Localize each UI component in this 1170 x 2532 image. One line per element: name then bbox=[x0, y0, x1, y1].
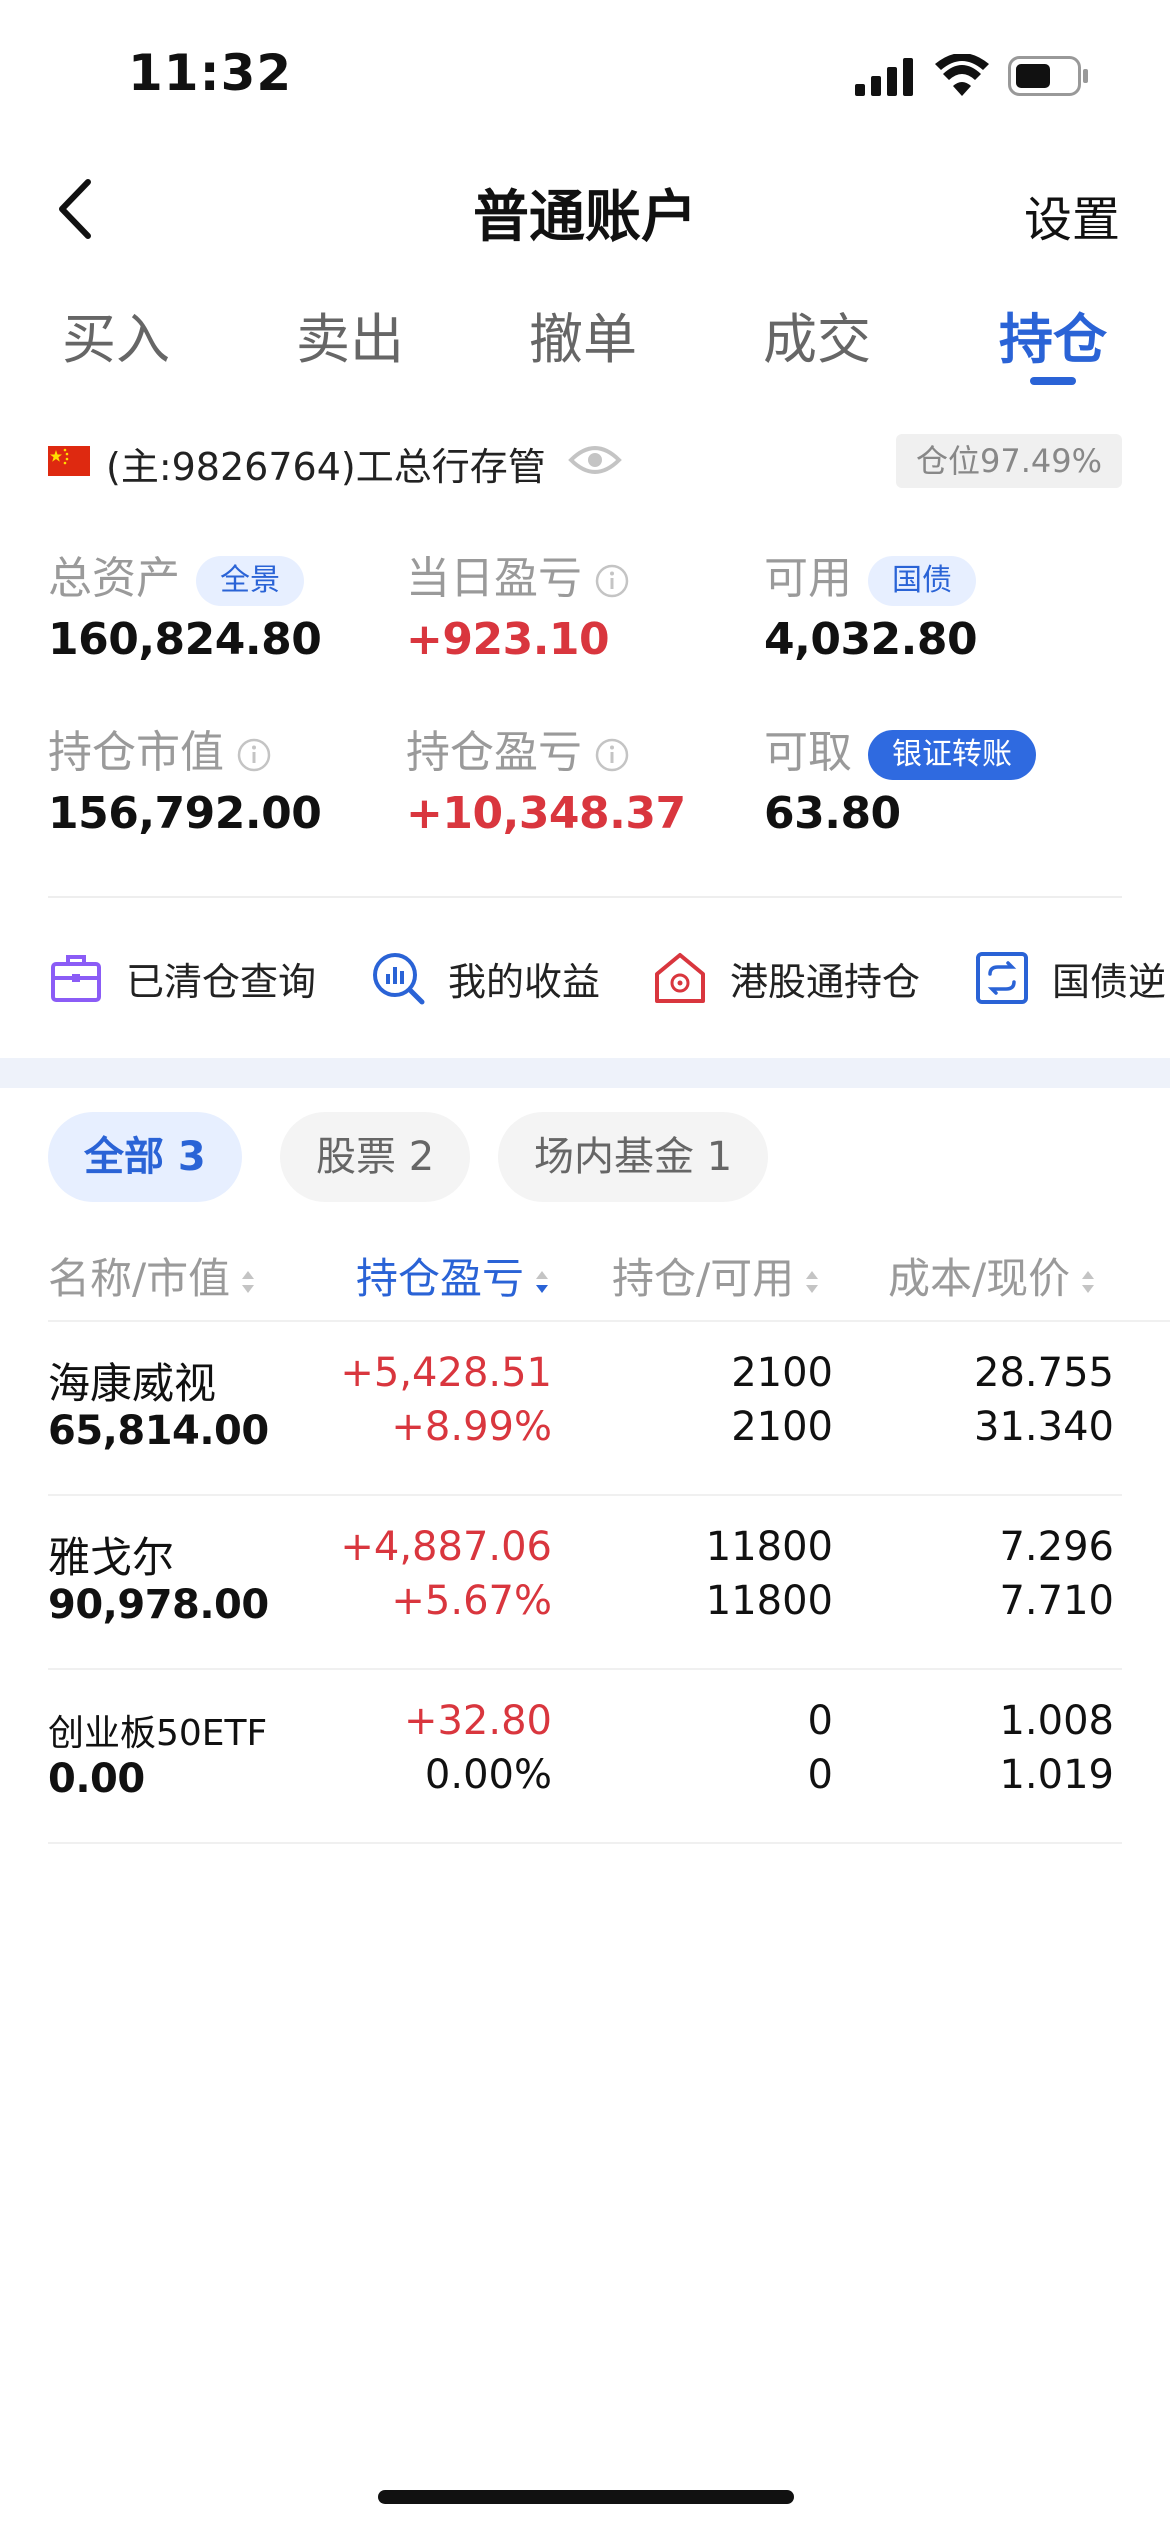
pl-percent: +5.67% bbox=[391, 1578, 552, 1624]
available-value: 4,032.80 bbox=[764, 614, 978, 665]
available-stat: 可用 国债 4,032.80 bbox=[764, 542, 978, 665]
status-bar: 11:32 bbox=[0, 0, 1170, 150]
holding-qty: 11800 bbox=[705, 1524, 833, 1570]
column-header-cost[interactable]: 成本/现价 bbox=[888, 1245, 1098, 1306]
divider bbox=[48, 896, 1122, 898]
current-price: 7.710 bbox=[999, 1578, 1114, 1624]
nav-bar: 普通账户 设置 bbox=[0, 160, 1170, 260]
shortcut-label: 已清仓查询 bbox=[126, 959, 317, 1004]
account-name[interactable]: (主:9826764)工总行存管 bbox=[106, 436, 546, 491]
china-flag-icon bbox=[48, 446, 90, 476]
hk-house-icon bbox=[655, 953, 705, 1003]
pl-amount: +32.80 bbox=[403, 1698, 552, 1744]
sort-descending-icon bbox=[536, 1270, 549, 1293]
treasury-repo-shortcut[interactable]: 国债逆 bbox=[974, 938, 1166, 1018]
daily-pl-value: +923.10 bbox=[406, 614, 610, 665]
available-qty: 0 bbox=[807, 1752, 833, 1798]
pl-amount: +4,887.06 bbox=[340, 1524, 552, 1570]
column-header-pl[interactable]: 持仓盈亏 bbox=[356, 1245, 552, 1306]
position-ratio-badge: 仓位97.49% bbox=[895, 434, 1122, 488]
shortcut-bar: 已清仓查询 我的收益 港股通持仓 国债逆 bbox=[0, 938, 1170, 1018]
stock-name: 雅戈尔 bbox=[48, 1533, 175, 1582]
cost-price: 28.755 bbox=[974, 1350, 1114, 1396]
pl-percent: +8.99% bbox=[391, 1404, 552, 1450]
market-value: 65,814.00 bbox=[48, 1408, 269, 1454]
current-price: 31.340 bbox=[974, 1404, 1114, 1450]
cellular-signal-icon bbox=[855, 58, 913, 96]
holding-pl-value: +10,348.37 bbox=[406, 788, 686, 839]
info-icon[interactable] bbox=[236, 737, 272, 773]
briefcase-icon bbox=[51, 955, 101, 1002]
shortcut-label: 港股通持仓 bbox=[730, 959, 921, 1004]
my-earnings-shortcut[interactable]: 我的收益 bbox=[370, 938, 600, 1018]
total-assets-stat: 总资产 全景 160,824.80 bbox=[48, 542, 322, 665]
holding-qty: 0 bbox=[807, 1698, 833, 1744]
page-title: 普通账户 bbox=[473, 185, 697, 250]
pl-amount: +5,428.51 bbox=[340, 1350, 552, 1396]
home-indicator[interactable] bbox=[378, 2490, 794, 2504]
account-row: (主:9826764)工总行存管 仓位97.49% bbox=[48, 434, 1122, 496]
daily-pl-label: 当日盈亏 bbox=[406, 553, 582, 604]
total-assets-value: 160,824.80 bbox=[48, 614, 322, 665]
filter-chip-all[interactable]: 全部 3 bbox=[48, 1112, 242, 1202]
stock-name: 海康威视 bbox=[48, 1359, 217, 1408]
cost-price: 7.296 bbox=[999, 1524, 1114, 1570]
column-header-holding[interactable]: 持仓/可用 bbox=[612, 1245, 822, 1306]
tab-buy[interactable]: 买入 bbox=[36, 295, 196, 374]
market-value: 90,978.00 bbox=[48, 1582, 269, 1628]
tab-sell[interactable]: 卖出 bbox=[270, 295, 430, 374]
withdrawable-label: 可取 bbox=[764, 727, 852, 778]
status-time: 11:32 bbox=[128, 44, 293, 102]
table-row[interactable]: 海康威视 65,814.00 +5,428.51 +8.99% 2100 210… bbox=[0, 1322, 1170, 1496]
table-row[interactable]: 雅戈尔 90,978.00 +4,887.06 +5.67% 11800 118… bbox=[0, 1496, 1170, 1670]
eye-icon[interactable] bbox=[568, 440, 622, 480]
wifi-icon bbox=[935, 54, 989, 96]
withdrawable-value: 63.80 bbox=[764, 788, 901, 839]
shortcut-label: 国债逆 bbox=[1052, 959, 1167, 1004]
holding-value-stat: 持仓市值 156,792.00 bbox=[48, 716, 322, 839]
available-label: 可用 bbox=[764, 553, 852, 604]
holding-value-value: 156,792.00 bbox=[48, 788, 322, 839]
settings-button[interactable]: 设置 bbox=[1024, 180, 1120, 250]
market-value: 0.00 bbox=[48, 1756, 145, 1802]
available-qty: 2100 bbox=[731, 1404, 833, 1450]
column-header-name[interactable]: 名称/市值 bbox=[48, 1245, 258, 1306]
trade-tabs: 买入 卖出 撤单 成交 持仓 bbox=[0, 295, 1170, 395]
sort-icon bbox=[1082, 1270, 1095, 1293]
treasury-tag-button[interactable]: 国债 bbox=[868, 556, 976, 606]
available-qty: 11800 bbox=[705, 1578, 833, 1624]
active-tab-indicator bbox=[1030, 377, 1076, 385]
chart-search-icon bbox=[373, 953, 425, 1005]
tab-deals[interactable]: 成交 bbox=[737, 295, 897, 374]
sort-icon bbox=[806, 1270, 819, 1293]
filter-chip-funds[interactable]: 场内基金 1 bbox=[498, 1112, 769, 1202]
table-row[interactable]: 创业板50ETF 0.00 +32.80 0.00% 0 0 1.008 1.0… bbox=[0, 1670, 1170, 1844]
filter-chip-stocks[interactable]: 股票 2 bbox=[280, 1112, 471, 1202]
withdrawable-stat: 可取 银证转账 63.80 bbox=[764, 716, 1036, 839]
holding-pl-stat: 持仓盈亏 +10,348.37 bbox=[406, 716, 686, 839]
daily-pl-stat: 当日盈亏 +923.10 bbox=[406, 542, 630, 665]
battery-icon bbox=[1008, 56, 1088, 96]
total-assets-label: 总资产 bbox=[48, 553, 180, 604]
repo-cycle-icon bbox=[976, 952, 1028, 1004]
info-icon[interactable] bbox=[594, 563, 630, 599]
hk-connect-holdings-shortcut[interactable]: 港股通持仓 bbox=[652, 938, 920, 1018]
holding-qty: 2100 bbox=[731, 1350, 833, 1396]
overview-tag-button[interactable]: 全景 bbox=[196, 556, 304, 606]
bank-transfer-button[interactable]: 银证转账 bbox=[868, 730, 1036, 780]
cost-price: 1.008 bbox=[999, 1698, 1114, 1744]
cleared-positions-shortcut[interactable]: 已清仓查询 bbox=[48, 938, 316, 1018]
pl-percent: 0.00% bbox=[424, 1752, 552, 1798]
info-icon[interactable] bbox=[594, 737, 630, 773]
tab-holdings[interactable]: 持仓 bbox=[973, 295, 1133, 374]
holding-pl-label: 持仓盈亏 bbox=[406, 727, 582, 778]
holding-value-label: 持仓市值 bbox=[48, 727, 224, 778]
tab-cancel-order[interactable]: 撤单 bbox=[503, 295, 663, 374]
stock-name: 创业板50ETF bbox=[48, 1713, 268, 1754]
current-price: 1.019 bbox=[999, 1752, 1114, 1798]
shortcut-label: 我的收益 bbox=[448, 959, 601, 1004]
sort-icon bbox=[242, 1270, 255, 1293]
section-separator bbox=[0, 1058, 1170, 1088]
divider bbox=[48, 1842, 1122, 1844]
